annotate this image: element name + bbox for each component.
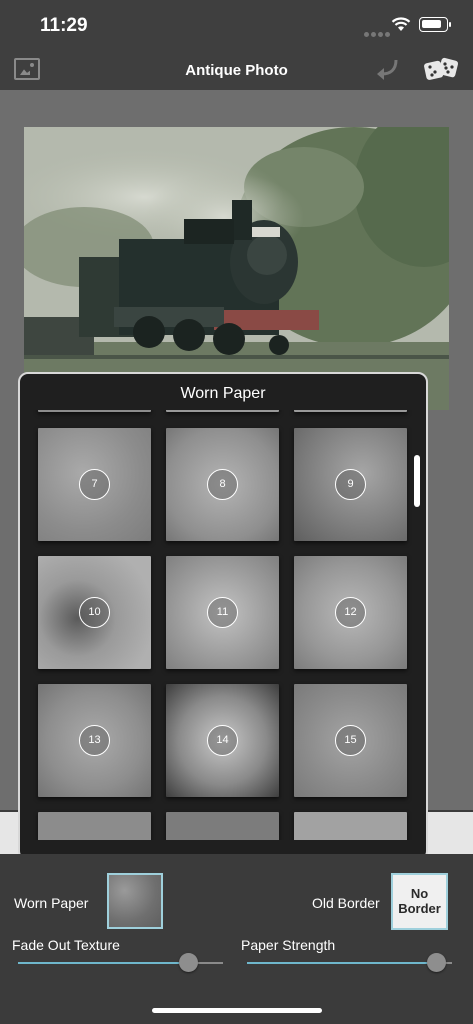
fade-label: Fade Out Texture bbox=[12, 937, 120, 953]
bottom-controls: Worn Paper Old Border No Border Fade Out… bbox=[0, 854, 473, 1024]
fade-slider-thumb[interactable] bbox=[179, 953, 199, 972]
signal-icon bbox=[364, 24, 392, 42]
texture-tile[interactable]: 13 bbox=[38, 684, 151, 797]
wifi-icon bbox=[391, 17, 411, 31]
texture-tile-partial[interactable] bbox=[38, 410, 151, 412]
border-button-line2: Border bbox=[398, 901, 441, 916]
border-select-button[interactable]: No Border bbox=[391, 873, 448, 930]
texture-tile[interactable]: 10 bbox=[38, 556, 151, 669]
texture-tile[interactable]: 12 bbox=[294, 556, 407, 669]
strength-slider-thumb[interactable] bbox=[426, 953, 446, 972]
random-dice-icon[interactable] bbox=[424, 56, 460, 82]
nav-bar: Antique Photo bbox=[0, 48, 473, 90]
strength-slider-fill bbox=[247, 962, 436, 964]
texture-tile[interactable]: 7 bbox=[38, 428, 151, 541]
train-photo-illustration bbox=[24, 127, 449, 410]
texture-number-badge: 11 bbox=[207, 597, 238, 628]
home-indicator bbox=[152, 1008, 322, 1013]
texture-tile[interactable]: 15 bbox=[294, 684, 407, 797]
border-button-line1: No bbox=[410, 886, 429, 901]
texture-number-badge: 12 bbox=[335, 597, 366, 628]
texture-label: Worn Paper bbox=[14, 895, 89, 911]
texture-number-badge: 14 bbox=[207, 725, 238, 756]
border-label: Old Border bbox=[312, 895, 380, 911]
texture-picker-popup: Worn Paper 7 8 9 10 11 12 13 14 15 bbox=[18, 372, 428, 875]
status-bar: 11:29 bbox=[0, 0, 473, 48]
battery-icon bbox=[419, 17, 451, 32]
fade-slider-fill bbox=[18, 962, 189, 964]
texture-number-badge: 15 bbox=[335, 725, 366, 756]
texture-tile-partial[interactable] bbox=[166, 812, 279, 840]
texture-tile[interactable]: 11 bbox=[166, 556, 279, 669]
texture-tile[interactable]: 8 bbox=[166, 428, 279, 541]
texture-tile-partial[interactable] bbox=[38, 812, 151, 840]
texture-tile-partial[interactable] bbox=[294, 410, 407, 412]
strength-label: Paper Strength bbox=[241, 937, 336, 953]
texture-tile[interactable]: 14 bbox=[166, 684, 279, 797]
status-time: 11:29 bbox=[40, 15, 88, 36]
popup-scrollbar[interactable] bbox=[414, 455, 420, 507]
texture-number-badge: 13 bbox=[79, 725, 110, 756]
strength-slider[interactable] bbox=[247, 953, 452, 972]
texture-swatch-button[interactable] bbox=[107, 873, 163, 929]
fade-slider[interactable] bbox=[18, 953, 223, 972]
texture-tile-partial[interactable] bbox=[166, 410, 279, 412]
texture-tile-partial[interactable] bbox=[294, 812, 407, 840]
texture-number-badge: 10 bbox=[79, 597, 110, 628]
page-title: Antique Photo bbox=[185, 62, 288, 79]
photo-preview bbox=[24, 127, 449, 410]
undo-icon[interactable] bbox=[374, 56, 400, 82]
texture-number-badge: 7 bbox=[79, 469, 110, 500]
popup-title: Worn Paper bbox=[180, 385, 266, 402]
texture-number-badge: 9 bbox=[335, 469, 366, 500]
texture-grid: 7 8 9 10 11 12 13 14 15 bbox=[20, 410, 426, 840]
texture-number-badge: 8 bbox=[207, 469, 238, 500]
texture-tile[interactable]: 9 bbox=[294, 428, 407, 541]
